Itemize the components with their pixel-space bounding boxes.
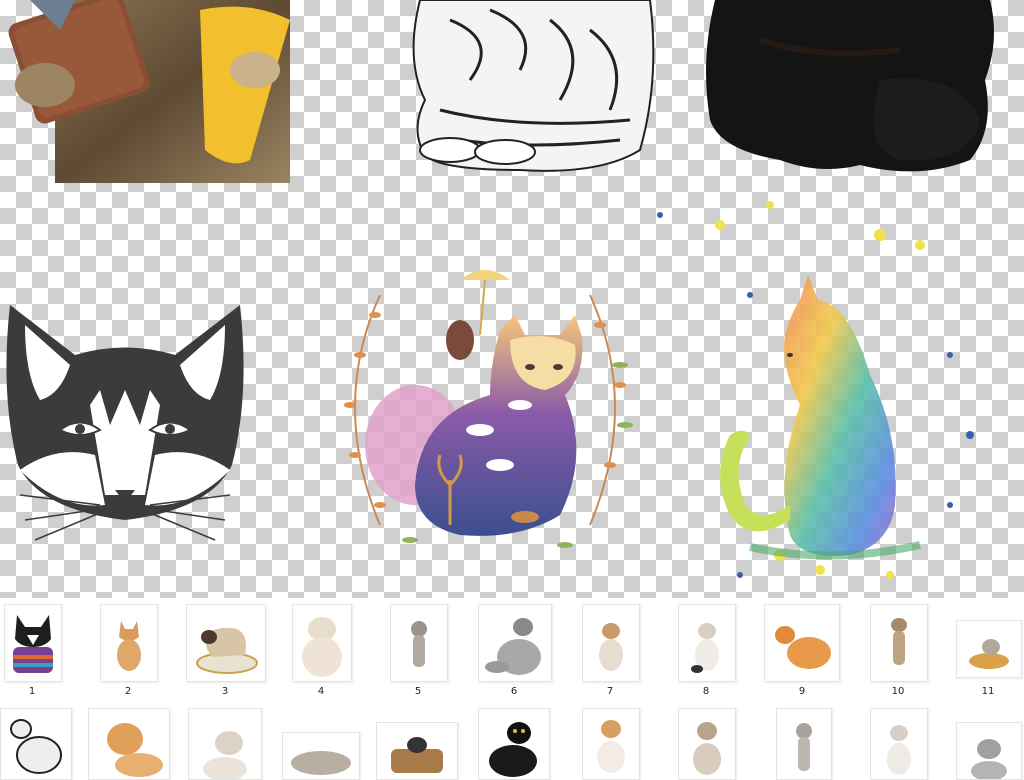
tabby-kitten-2-icon [693, 722, 721, 775]
calico-kitten-2-icon [597, 720, 625, 773]
fluffy-gray-cat-icon [485, 618, 541, 675]
thumbnail-6[interactable] [478, 604, 552, 682]
thumbnail-number: 10 [891, 686, 905, 697]
dreamy-cat-girl-wreath-image [344, 270, 633, 548]
kitten-basket-icon [969, 639, 1009, 669]
gray-tabby-icon [971, 739, 1007, 779]
thumbnail-9[interactable] [764, 604, 840, 682]
thumbnail-row2-9[interactable] [776, 708, 832, 780]
thumbnail-row2-7[interactable] [582, 708, 640, 780]
thumbnail-5[interactable] [390, 604, 448, 682]
thumbnail-number: 6 [510, 686, 518, 697]
thumbnail-number: 4 [317, 686, 325, 697]
thumbnail-number: 1 [28, 686, 36, 697]
thumbnail-row2-1[interactable] [0, 708, 72, 780]
black-cat-icon [489, 722, 537, 777]
fluffy-white-cat-icon [203, 731, 247, 779]
thumbnail-number: 3 [221, 686, 229, 697]
thumbnail-3[interactable] [186, 604, 266, 682]
thumbnail-2[interactable] [100, 604, 158, 682]
thumbnail-8[interactable] [678, 604, 736, 682]
calico-kitten-icon [599, 623, 623, 671]
thumbnail-row2-8[interactable] [678, 708, 736, 780]
white-kitten-2-icon [887, 725, 911, 775]
watercolor-rainbow-cat-image [657, 201, 974, 579]
thumbnail-row2-5[interactable] [376, 722, 458, 780]
thumbnail-4[interactable] [292, 604, 352, 682]
ginger-cat-icon [775, 626, 831, 669]
cat-sweater-icon [13, 615, 53, 673]
tabby-cat-holding-items-image [8, 0, 290, 183]
thumbnail-7[interactable] [582, 604, 640, 682]
orange-kitten-icon [117, 621, 141, 671]
thumbnail-number: 2 [124, 686, 132, 697]
thumbnail-1[interactable] [4, 604, 62, 682]
thumbnail-number: 9 [798, 686, 806, 697]
kitten-basket-2-icon [391, 737, 443, 773]
gray-kitten-icon [796, 723, 812, 771]
tabby-kitten-icon [411, 621, 427, 667]
siamese-cat-bowl-icon [196, 627, 258, 674]
sketch-tabby-cat-image [412, 0, 655, 172]
thumbnail-row2-11[interactable] [956, 722, 1022, 780]
persian-cat-icon [302, 617, 342, 677]
sketch-cat-icon [10, 719, 62, 774]
standing-kitten-icon [891, 618, 907, 665]
lying-tabby-icon [291, 751, 351, 775]
thumbnail-number: 5 [414, 686, 422, 697]
thumbnail-10[interactable] [870, 604, 928, 682]
thumbnail-number: 7 [606, 686, 614, 697]
cat-face-illustration [6, 305, 244, 541]
white-kitten-icon [691, 623, 719, 673]
thumbnail-row2-6[interactable] [478, 708, 550, 780]
thumbnail-strip: 1 2 3 4 5 6 7 8 9 10 11 [0, 598, 1024, 780]
thumbnail-number: 8 [702, 686, 710, 697]
black-fluffy-cat-image [706, 0, 994, 172]
thumbnail-row2-10[interactable] [870, 708, 928, 780]
thumbnail-row2-2[interactable] [88, 708, 170, 780]
thumbnail-row2-4[interactable] [282, 732, 360, 780]
thumbnail-row2-3[interactable] [188, 708, 262, 780]
orange-cat-icon [107, 723, 163, 777]
thumbnail-11[interactable] [956, 620, 1022, 678]
thumbnail-number: 11 [981, 686, 995, 697]
